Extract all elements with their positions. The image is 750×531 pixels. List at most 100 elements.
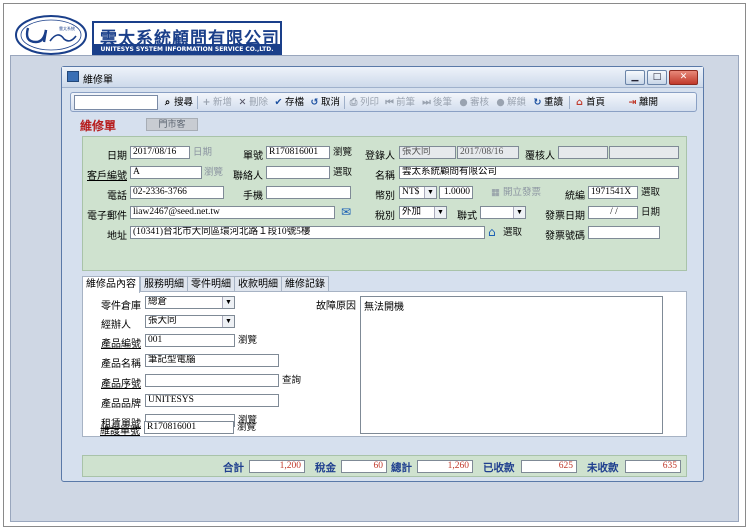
add-label: 新增 — [213, 97, 233, 108]
address-map-button[interactable]: ⌂ — [488, 225, 496, 239]
home-button[interactable]: ⌂ 首頁 — [574, 95, 605, 110]
unlock-icon: ● — [496, 97, 505, 108]
reload-button[interactable]: ↻ 重讀 — [532, 95, 564, 110]
exit-icon: ⇥ — [628, 97, 637, 108]
product-browse-button[interactable]: 瀏覽 — [238, 334, 257, 348]
invoice-no-field[interactable] — [588, 226, 660, 239]
refresh-icon: ↻ — [533, 97, 542, 108]
chevron-down-icon: ▼ — [222, 297, 234, 308]
brand-field[interactable]: UNITESYS — [145, 394, 279, 407]
tab-parts-detail[interactable]: 零件明細 — [187, 276, 235, 292]
unlock-button[interactable]: ● 解鎖 — [495, 95, 526, 110]
product-no-field[interactable]: 001 — [145, 334, 235, 347]
address-field[interactable]: (10341)台北市大同區環河北路１段10號5樓 — [130, 226, 485, 239]
prev-icon: ⏮ — [385, 97, 394, 108]
search-button[interactable]: ⌕ 搜尋 — [162, 95, 193, 110]
customer-no-field[interactable]: A — [130, 166, 202, 179]
serial-field[interactable] — [145, 374, 279, 387]
contact-select-button[interactable]: 選取 — [333, 166, 352, 180]
invoice-date-picker-button[interactable]: 日期 — [641, 206, 660, 220]
window-title: 維修單 — [83, 75, 113, 86]
fault-description-field[interactable]: 無法開機 — [360, 296, 663, 434]
customer-browse-button[interactable]: 瀏覽 — [204, 166, 223, 180]
repair-order-window: 維修單 ▁ □ ✕ ⌕ 搜尋 + 新增 ✕ 刪除 ✔ 存檔 ↺ 取消 ⎙ 列印 ⏮ 前筆 ⏭ 後… — [61, 66, 704, 482]
handler-select[interactable]: 張大同 ▼ — [145, 315, 235, 328]
invoice-date-field[interactable]: / / — [588, 206, 638, 219]
save-button[interactable]: ✔ 存檔 — [273, 95, 305, 110]
detail-tabs: 維修品內容 服務明細 零件明細 收款明細 維修記錄 — [82, 276, 687, 293]
send-email-button[interactable]: ✉ — [338, 205, 354, 219]
chevron-down-icon: ▼ — [513, 207, 525, 218]
warehouse-select[interactable]: 總倉 ▼ — [145, 296, 235, 309]
order-no-label: 單號 — [243, 151, 263, 162]
maximize-icon: □ — [652, 72, 662, 82]
email-label: 電子郵件 — [87, 211, 127, 222]
order-header-panel: 日期 2017/08/16 日期 單號 R170816001 瀏覽 登錄人 張大… — [82, 136, 687, 271]
house-icon: ⌂ — [488, 225, 496, 239]
maintenance-no-field[interactable]: R170816001 — [144, 421, 234, 434]
minimize-icon: ▁ — [631, 72, 639, 82]
tax-type-select[interactable]: 外加 ▼ — [399, 206, 447, 219]
customer-type-tag[interactable]: 門市客 — [146, 118, 198, 131]
invoice-format-select[interactable]: ▼ — [480, 206, 526, 219]
subtotal-label: 合計 — [223, 462, 244, 474]
lock-icon: ● — [459, 97, 468, 108]
prev-record-button[interactable]: ⏮ 前筆 — [384, 95, 415, 110]
date-picker-button[interactable]: 日期 — [193, 146, 212, 160]
product-name-field[interactable]: 筆記型電腦 — [145, 354, 279, 367]
cancel-button[interactable]: ↺ 取消 — [309, 95, 341, 110]
form-header: 維修單 門市客 — [70, 116, 697, 136]
name-label: 名稱 — [375, 171, 395, 182]
review-button[interactable]: ● 審核 — [458, 95, 489, 110]
order-no-field[interactable]: R170816001 — [266, 146, 330, 159]
registrar-date-field: 2017/08/16 — [457, 146, 519, 159]
exit-button[interactable]: ⇥ 離開 — [627, 95, 659, 110]
next-record-button[interactable]: ⏭ 後筆 — [421, 95, 452, 110]
phone-label: 電話 — [107, 191, 127, 202]
received-label: 已收款 — [483, 462, 515, 474]
tax-amount-value: 60 — [341, 460, 387, 473]
issue-invoice-button[interactable]: ▦ 開立發票 — [491, 186, 541, 200]
serial-query-button[interactable]: 查詢 — [282, 374, 301, 388]
contact-field[interactable] — [266, 166, 330, 179]
address-select-button[interactable]: 選取 — [503, 226, 522, 240]
close-button[interactable]: ✕ — [669, 70, 698, 85]
warehouse-label: 零件倉庫 — [101, 301, 141, 312]
unlock-label: 解鎖 — [507, 97, 527, 108]
print-button[interactable]: ⎙ 列印 — [348, 95, 379, 110]
email-field[interactable]: liaw2467@seed.net.tw — [130, 206, 335, 219]
name-field[interactable]: 雲太系統顧問有限公司 — [399, 166, 679, 179]
app-icon — [67, 71, 79, 82]
tab-item-content[interactable]: 維修品內容 — [82, 276, 140, 293]
svg-text:雲太系統: 雲太系統 — [59, 25, 75, 31]
mobile-label: 手機 — [243, 191, 263, 202]
mobile-field[interactable] — [266, 186, 351, 199]
tab-repair-history[interactable]: 維修記錄 — [281, 276, 329, 292]
maintenance-browse-button[interactable]: 瀏覽 — [237, 421, 256, 435]
check-icon: ✔ — [274, 97, 283, 108]
issue-invoice-label: 開立發票 — [503, 187, 542, 198]
currency-select[interactable]: NT$ ▼ — [399, 186, 437, 199]
next-icon: ⏭ — [422, 97, 431, 108]
minimize-button[interactable]: ▁ — [625, 70, 645, 85]
invoice-no-label: 發票號碼 — [545, 231, 585, 242]
date-field[interactable]: 2017/08/16 — [130, 146, 190, 159]
window-titlebar[interactable]: 維修單 ▁ □ ✕ — [62, 67, 703, 88]
tax-id-field[interactable]: 1971541X — [588, 186, 638, 199]
maximize-button[interactable]: □ — [647, 70, 667, 85]
delete-button[interactable]: ✕ 刪除 — [237, 95, 269, 110]
add-button[interactable]: + 新增 — [201, 95, 233, 110]
registrar-label: 登錄人 — [365, 151, 395, 162]
search-input[interactable] — [74, 95, 158, 110]
mail-icon: ✉ — [340, 205, 352, 219]
search-label: 搜尋 — [174, 97, 194, 108]
tab-payment-detail[interactable]: 收款明細 — [234, 276, 282, 292]
invoice-icon: ▦ — [491, 187, 500, 198]
tab-service-detail[interactable]: 服務明細 — [140, 276, 188, 292]
exchange-rate-field[interactable]: 1.0000 — [439, 186, 473, 199]
company-banner: 雲太系統顧問有限公司 UNITESYS SYSTEM INFORMATION S… — [92, 21, 282, 57]
tax-type-value: 外加 — [402, 207, 422, 217]
phone-field[interactable]: 02-2336-3766 — [130, 186, 224, 199]
order-no-browse-button[interactable]: 瀏覽 — [333, 146, 352, 160]
tax-id-select-button[interactable]: 選取 — [641, 186, 660, 200]
